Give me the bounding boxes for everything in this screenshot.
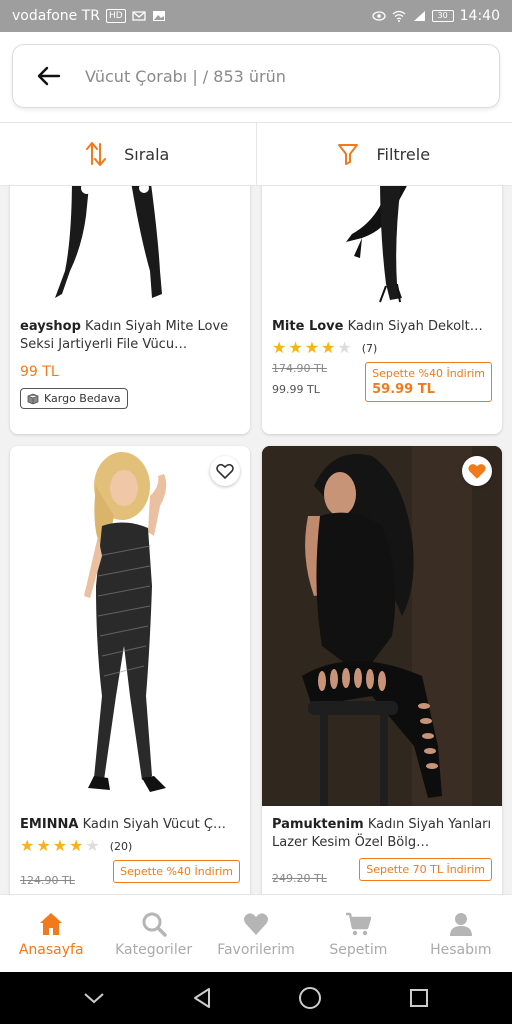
notification-icon <box>132 11 146 21</box>
system-navigation-bar <box>0 972 512 1024</box>
price-row: 124.90 TL Sepette %40 İndirim <box>20 860 240 887</box>
gallery-icon <box>152 11 165 21</box>
sort-filter-bar: Sırala Filtrele <box>0 122 512 186</box>
old-price: 249.20 TL <box>272 872 327 885</box>
nav-categories-label: Kategoriler <box>115 941 193 958</box>
basket-discount-badge: Sepette 70 TL İndirim <box>359 858 492 881</box>
product-title[interactable]: Pamuktenim Kadın Siyah Yanları Lazer Kes… <box>272 816 492 852</box>
home-icon <box>40 912 63 935</box>
carrier-name: vodafone TR <box>12 8 101 24</box>
star-icon: ★ <box>304 338 320 357</box>
sort-button[interactable]: Sırala <box>0 123 256 185</box>
product-title[interactable]: eayshop Kadın Siyah Mite Love Seksi Jart… <box>20 318 240 354</box>
product-card[interactable]: eayshop Kadın Siyah Mite Love Seksi Jart… <box>10 186 250 434</box>
product-name: Kadın Siyah Dekolt… <box>347 319 483 334</box>
star-icon: ★ <box>272 338 287 357</box>
search-icon <box>142 912 167 937</box>
star-icon: ★ <box>36 836 51 855</box>
status-bar: vodafone TR HD 30 14:40 <box>0 0 512 32</box>
nav-home[interactable]: Anasayfa <box>0 895 102 972</box>
wifi-icon <box>392 10 406 22</box>
heart-filled-icon <box>468 464 486 479</box>
nav-account[interactable]: Hesabım <box>410 895 512 972</box>
clock: 14:40 <box>459 8 500 24</box>
heart-outline-icon <box>216 463 234 479</box>
home-circle-icon[interactable] <box>298 986 322 1010</box>
product-card[interactable]: Mite Love Kadın Siyah Dekolt… ★ ★ ★ ★ ★ … <box>262 186 502 434</box>
nav-cart-label: Sepetim <box>329 941 388 958</box>
chevron-down-icon[interactable] <box>83 991 105 1005</box>
back-triangle-icon[interactable] <box>192 987 212 1009</box>
nav-home-label: Anasayfa <box>18 941 84 958</box>
product-brand: Mite Love <box>272 319 344 334</box>
nav-favorites[interactable]: Favorilerim <box>205 895 307 972</box>
sort-label: Sırala <box>124 144 170 164</box>
recents-square-icon[interactable] <box>409 988 429 1008</box>
product-title[interactable]: Mite Love Kadın Siyah Dekolt… <box>272 318 492 336</box>
back-arrow-icon[interactable] <box>37 66 61 86</box>
product-price: 99 TL <box>20 364 59 380</box>
basket-discount-badge: Sepette %40 İndirim <box>113 860 240 883</box>
star-icon: ★ <box>69 836 84 855</box>
back-button[interactable] <box>13 44 85 108</box>
user-icon <box>449 912 472 936</box>
product-brand: EMINNA <box>20 817 79 832</box>
eye-icon <box>371 11 386 21</box>
favorite-button[interactable] <box>462 456 492 486</box>
product-rating: ★ ★ ★ ★ ★ (7) <box>272 340 492 356</box>
product-card[interactable]: Pamuktenim Kadın Siyah Yanları Lazer Kes… <box>262 446 502 894</box>
product-grid: eayshop Kadın Siyah Mite Love Seksi Jart… <box>0 186 512 894</box>
nav-favorites-label: Favorilerim <box>217 941 295 958</box>
rating-count: (20) <box>109 839 133 853</box>
product-brand: Pamuktenim <box>272 817 364 832</box>
sort-icon <box>86 142 107 166</box>
star-icon: ★ <box>20 836 35 855</box>
product-card[interactable]: EMINNA Kadın Siyah Vücut Ç… ★ ★ ★ ★ ★ (2… <box>10 446 250 894</box>
search-bar[interactable]: Vücut Çorabı | / 853 ürün <box>12 44 500 108</box>
star-icon: ★ <box>288 338 303 357</box>
product-image[interactable] <box>262 186 502 308</box>
product-brand: eayshop <box>20 319 81 334</box>
star-empty-icon: ★ <box>85 836 100 855</box>
bottom-navigation: Anasayfa Kategoriler Favorilerim Sepetim… <box>0 894 512 972</box>
box-icon <box>27 393 39 404</box>
network-badge: HD <box>106 9 126 23</box>
product-name: Kadın Siyah Vücut Ç… <box>82 817 226 832</box>
product-title[interactable]: EMINNA Kadın Siyah Vücut Ç… <box>20 816 240 834</box>
star-empty-icon: ★ <box>337 338 352 357</box>
promo-label: Sepette %40 İndirim <box>120 865 233 878</box>
star-icon: ★ <box>321 338 336 357</box>
filter-icon <box>338 144 359 165</box>
price-row: 249.20 TL Sepette 70 TL İndirim <box>272 858 492 885</box>
price-row: 174.90 TL 99.99 TL Sepette %40 İndirim 5… <box>272 362 492 402</box>
heart-icon <box>244 912 269 935</box>
star-icon: ★ <box>52 836 68 855</box>
product-image[interactable] <box>262 446 502 806</box>
free-shipping-badge: Kargo Bedava <box>20 388 128 409</box>
search-query-text[interactable]: Vücut Çorabı | / 853 ürün <box>85 67 286 86</box>
nav-categories[interactable]: Kategoriler <box>102 895 204 972</box>
basket-discount-badge: Sepette %40 İndirim 59.99 TL <box>365 362 492 402</box>
filter-button[interactable]: Filtrele <box>255 123 512 185</box>
free-shipping-label: Kargo Bedava <box>44 392 121 405</box>
promo-price: 59.99 TL <box>372 382 435 397</box>
battery-indicator: 30 <box>431 10 454 22</box>
signal-icon <box>413 11 425 21</box>
filter-label: Filtrele <box>376 144 431 164</box>
product-image[interactable] <box>10 446 250 806</box>
nav-cart[interactable]: Sepetim <box>307 895 409 972</box>
product-image[interactable] <box>10 186 250 308</box>
product-rating: ★ ★ ★ ★ ★ (20) <box>20 838 240 854</box>
current-price: 99.99 TL <box>272 383 320 396</box>
old-price: 174.90 TL <box>272 362 327 375</box>
cart-icon <box>346 912 372 935</box>
promo-label: Sepette 70 TL İndirim <box>366 863 485 876</box>
old-price: 124.90 TL <box>20 874 75 887</box>
nav-account-label: Hesabım <box>430 941 492 958</box>
favorite-button[interactable] <box>210 456 240 486</box>
search-header: Vücut Çorabı | / 853 ürün <box>0 32 512 122</box>
rating-count: (7) <box>361 341 378 355</box>
promo-label: Sepette %40 İndirim <box>372 367 485 380</box>
